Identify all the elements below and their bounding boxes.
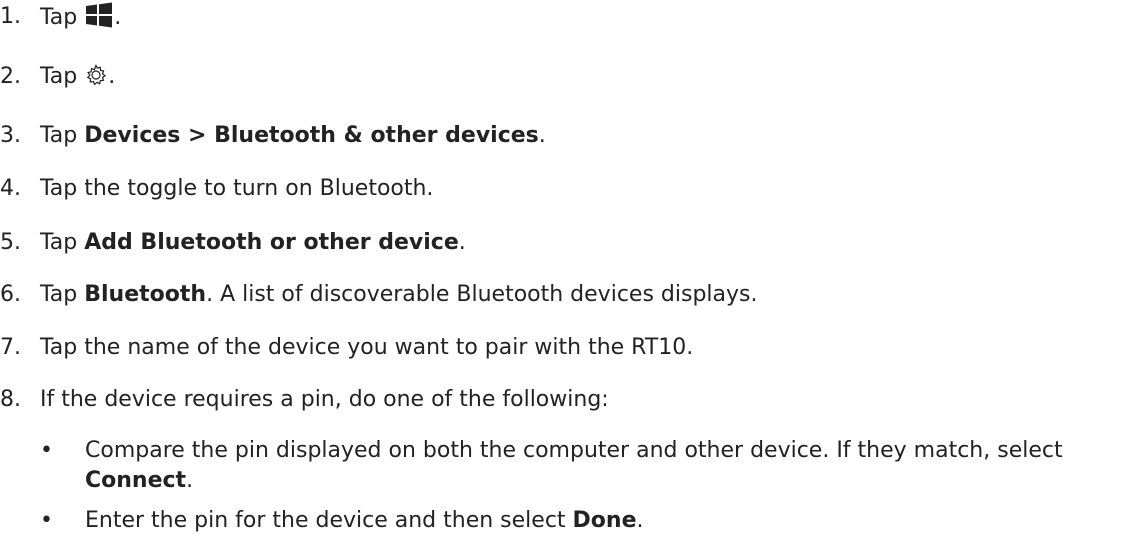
sub-step-punct: . [186,468,194,493]
step-number: 5. [0,230,21,255]
bullet-marker: • [40,438,53,463]
windows-start-icon [84,2,114,37]
step-text: Tap [40,123,78,148]
sub-step-text: Compare the pin displayed on both the co… [85,438,1063,463]
step-number: 8. [0,387,21,412]
step-text: Tap [40,230,78,255]
step-text: Tap [40,5,78,30]
step-number: 3. [0,123,21,148]
step-body: Tap Devices > Bluetooth & other devices. [40,121,546,151]
sub-step-body: Enter the pin for the device and then se… [85,506,1105,536]
step-body: Tap Bluetooth. A list of discoverable Bl… [40,280,757,310]
step-number: 7. [0,335,21,360]
step-body: Tap . [40,2,121,37]
step-punct: . [538,123,546,148]
step-bold-text: Devices > Bluetooth & other devices [84,123,539,148]
step-number: 2. [0,64,21,89]
step-text-tail: . A list of discoverable Bluetooth devic… [206,282,758,307]
step-text: Tap [40,282,78,307]
step-number: 6. [0,282,21,307]
bullet-marker: • [40,508,53,533]
step-number: 1. [0,4,21,29]
step-text: Tap the toggle to turn on Bluetooth. [40,176,434,201]
step-bold-text: Add Bluetooth or other device [84,230,459,255]
step-punct: . [114,5,122,30]
step-punct: . [458,230,466,255]
sub-step-bold-text: Done [572,508,637,533]
step-body: Tap Add Bluetooth or other device. [40,228,466,258]
step-text: Tap [40,64,78,89]
step-text: Tap the name of the device you want to p… [40,335,694,360]
sub-step-body: Compare the pin displayed on both the co… [85,436,1105,496]
settings-gear-icon [84,63,108,96]
step-punct: . [108,64,116,89]
step-body: Tap . [40,62,115,96]
sub-step-punct: . [636,508,644,533]
step-bold-text: Bluetooth [84,282,207,307]
step-text: If the device requires a pin, do one of … [40,387,609,412]
step-number: 4. [0,176,21,201]
sub-step-text: Enter the pin for the device and then se… [85,508,566,533]
sub-step-bold-text: Connect [85,468,187,493]
